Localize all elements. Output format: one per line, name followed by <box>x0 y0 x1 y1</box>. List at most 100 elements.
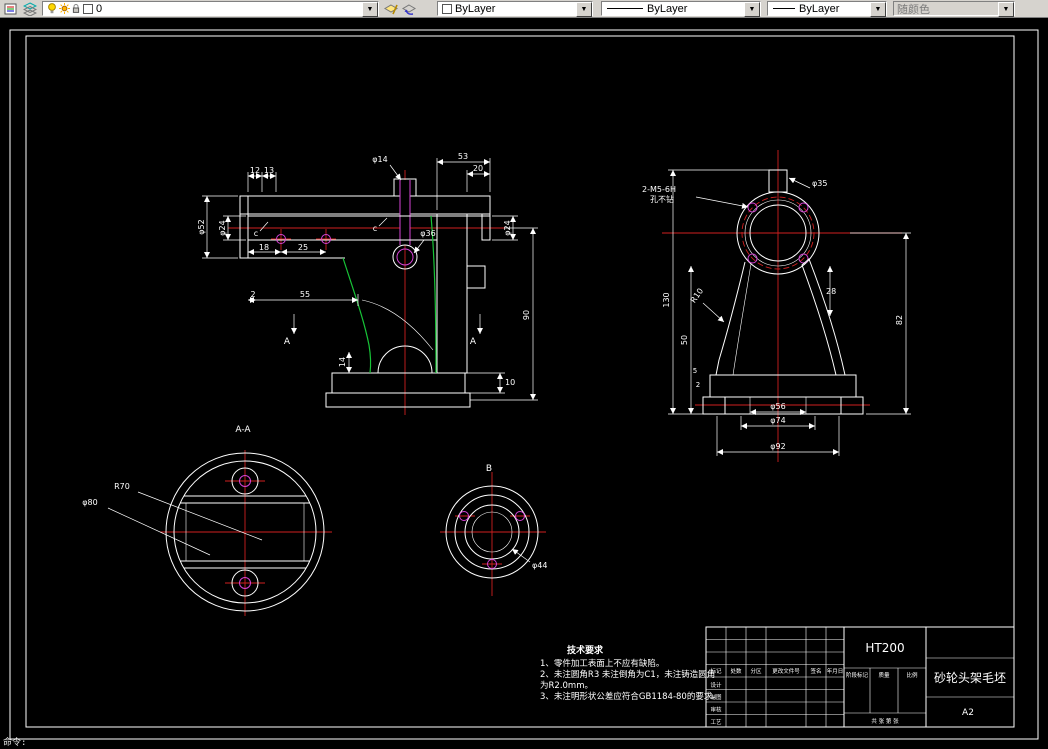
tech-req-line: 3、未注明形状公差应符合GB1184-80的要求。 <box>540 691 721 702</box>
cell-label: 分区 <box>750 667 762 675</box>
dim-label: 25 <box>298 243 308 252</box>
cell-label: 处数 <box>730 667 742 675</box>
dim-label: 50 <box>680 335 689 345</box>
autocad-window: 0 ▼ ByLayer ▼ ByLayer ▼ ByLayer ▼ 随颜色 ▼ … <box>0 0 1048 749</box>
thread-note: 孔不钻 <box>650 194 674 204</box>
tech-requirements: 技术要求 1、零件加工表面上不应有缺陷。 2、未注圆角R3 未注倒角为C1，未注… <box>540 644 721 702</box>
layer-name: 0 <box>96 2 103 15</box>
linetype-dropdown[interactable]: ByLayer ▼ <box>601 1 761 17</box>
center-hole <box>400 180 410 245</box>
lineweight-dropdown[interactable]: ByLayer ▼ <box>767 1 887 17</box>
base-section <box>709 374 857 398</box>
dim-label: φ44 <box>532 561 547 570</box>
cell-label: 标记 <box>710 667 722 675</box>
arm-left-cap <box>239 195 249 259</box>
plotstyle-dropdown[interactable]: 随颜色 ▼ <box>893 1 1015 17</box>
dim-label: R70 <box>114 482 130 491</box>
cell-label: 质量 <box>878 671 890 679</box>
make-object-layer-current-button[interactable] <box>382 0 399 17</box>
view-title: A-A <box>235 425 251 435</box>
dim-label: 2 <box>250 290 255 299</box>
view-title: B <box>486 464 492 474</box>
dim-label: 28 <box>826 287 836 296</box>
view-b-centerlines <box>440 472 546 596</box>
cell-label: 设计 <box>710 681 722 689</box>
section-label: A <box>470 337 477 347</box>
layer-on-bulb-icon <box>46 3 58 15</box>
cell-label: 制图 <box>710 693 722 701</box>
dim-label: φ35 <box>812 179 827 188</box>
dim-label: φ80 <box>82 498 97 507</box>
command-line[interactable]: 命令: <box>3 735 26 748</box>
layers-icon <box>22 1 37 16</box>
rib-band-section <box>801 258 846 376</box>
cell-label: 共 张 第 张 <box>871 717 899 725</box>
dim-label: 82 <box>895 315 904 325</box>
dropdown-arrow-icon[interactable]: ▼ <box>576 2 592 17</box>
dim-label: 12 <box>250 166 260 175</box>
dim-label: 13 <box>264 166 274 175</box>
cell-label: 更改文件号 <box>772 667 800 675</box>
cell-label: 审核 <box>710 706 722 714</box>
dim-label: φ14 <box>372 155 387 164</box>
title-block: HT200 砂轮头架毛坯 A2 标记 处数 分区 更改文件号 签名 年月日 设计… <box>705 626 1015 728</box>
part-name: 砂轮头架毛坯 <box>934 671 1006 685</box>
side-dimensions: 130 50 82 28 φ56 φ74 φ92 R10 φ35 2-M5-6H… <box>642 169 911 456</box>
section-label: A <box>284 337 291 347</box>
color-value: ByLayer <box>455 2 496 15</box>
front-dimensions: 12 13 53 20 φ14 φ52 φ24 18 25 2 55 90 10… <box>197 152 538 401</box>
dim-label: φ74 <box>770 416 785 425</box>
front-view: 12 13 53 20 φ14 φ52 φ24 18 25 2 55 90 10… <box>197 152 538 415</box>
bolt-hole <box>798 202 809 213</box>
layer-color-chip <box>83 3 93 14</box>
linetype-value: ByLayer <box>647 2 688 15</box>
layer-dropdown[interactable]: 0 ▼ <box>42 1 379 17</box>
lineweight-value: ByLayer <box>799 2 840 15</box>
cell-label: 比例 <box>906 671 918 679</box>
layers-button[interactable] <box>21 0 38 17</box>
cell-label: 工艺 <box>710 719 722 726</box>
dim-label: φ56 <box>770 402 785 411</box>
color-dropdown[interactable]: ByLayer ▼ <box>437 1 593 17</box>
tech-req-line: 为R2.0mm。 <box>540 680 593 691</box>
arm-right-cap <box>481 213 491 241</box>
view-b: B φ44 <box>440 464 547 596</box>
cell-label: 年月日 <box>827 667 844 675</box>
dim-label: φ24 <box>503 220 512 235</box>
layer-previous-button[interactable] <box>400 0 417 17</box>
bolt-hole <box>747 202 758 213</box>
layer-properties-button[interactable] <box>2 0 19 17</box>
dim-label: φ36 <box>420 229 435 238</box>
color-chip <box>442 3 452 14</box>
base-plate <box>325 392 471 408</box>
rib-section <box>436 213 468 374</box>
dim-label: φ92 <box>770 442 785 451</box>
arm-section <box>239 195 491 215</box>
linetype-preview <box>607 8 643 9</box>
base-section <box>331 372 466 394</box>
layer-unlock-icon <box>70 3 82 15</box>
dim-label: φ52 <box>197 219 206 234</box>
dim-label: 130 <box>662 292 671 307</box>
chamfer-label: c <box>373 224 377 233</box>
dim-label: φ24 <box>218 220 227 235</box>
side-view: 130 50 82 28 φ56 φ74 φ92 R10 φ35 2-M5-6H… <box>642 150 911 462</box>
dim-label: 14 <box>338 357 347 367</box>
lineweight-preview <box>773 8 795 9</box>
chamfer-label: c <box>254 229 258 238</box>
dropdown-arrow-icon[interactable]: ▼ <box>998 2 1014 17</box>
tech-req-title: 技术要求 <box>567 644 604 656</box>
layer-properties-icon <box>4 3 16 14</box>
dim-label: 53 <box>458 152 468 161</box>
dim-label: 5 <box>693 367 697 375</box>
thread-note: 2-M5-6H <box>642 185 676 194</box>
tech-req-line: 2、未注圆角R3 未注倒角为C1，未注铸造圆角 <box>540 669 715 680</box>
section-a-view: A-A R70 φ80 <box>82 425 332 616</box>
layer-thaw-sun-icon <box>58 3 70 15</box>
dropdown-arrow-icon[interactable]: ▼ <box>870 2 886 17</box>
drawing-svg: 12 13 53 20 φ14 φ52 φ24 18 25 2 55 90 10… <box>9 29 1039 740</box>
sheet-size: A2 <box>962 708 974 718</box>
dropdown-arrow-icon[interactable]: ▼ <box>362 2 378 17</box>
dropdown-arrow-icon[interactable]: ▼ <box>744 2 760 17</box>
drawing-canvas[interactable]: 12 13 53 20 φ14 φ52 φ24 18 25 2 55 90 10… <box>0 18 1048 749</box>
